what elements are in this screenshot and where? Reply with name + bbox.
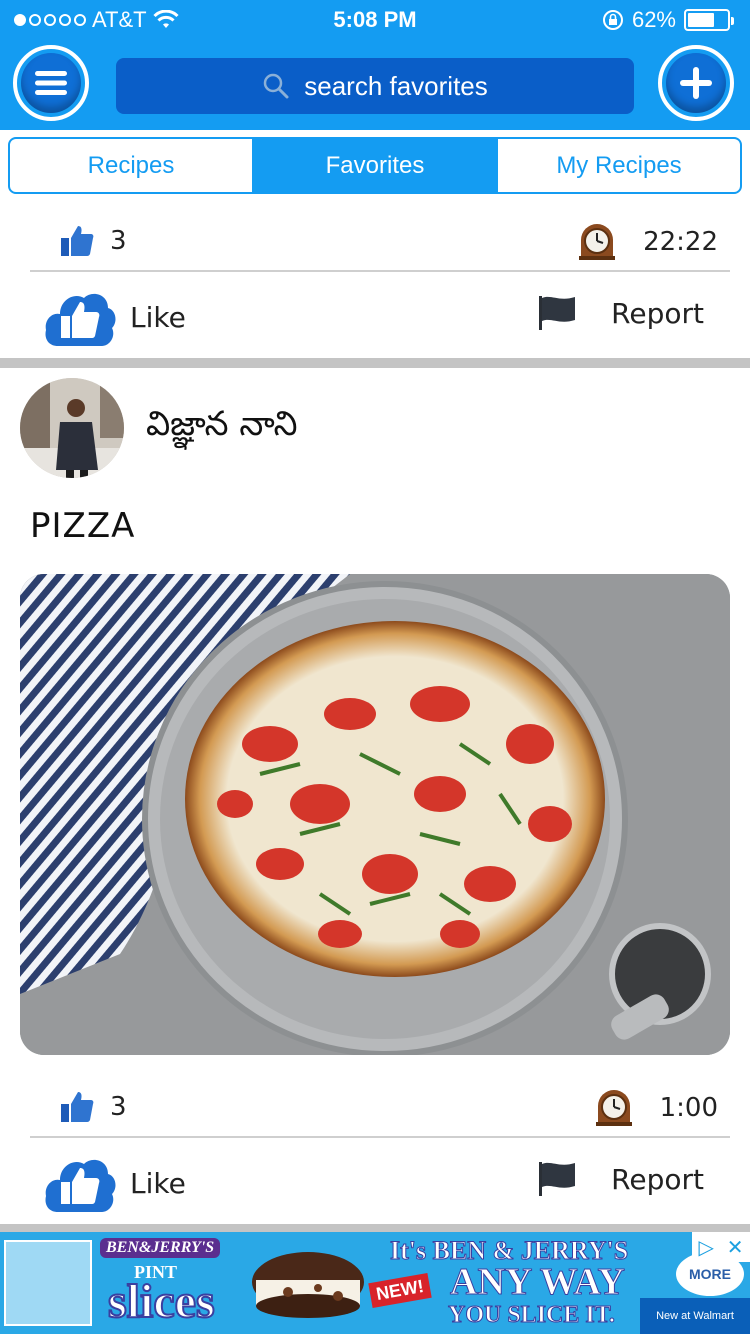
like-button[interactable]: Like (44, 286, 186, 348)
orientation-lock-icon (602, 10, 623, 30)
tab-my-recipes[interactable]: My Recipes (498, 139, 740, 192)
report-button[interactable]: Report (537, 1160, 704, 1198)
flag-icon (539, 296, 576, 330)
ad-headline-3: YOU SLICE IT. (448, 1302, 616, 1329)
like-button[interactable]: Like (44, 1152, 186, 1214)
pizza-image (20, 574, 730, 1055)
author-name[interactable]: విజ్ఞాన నాని (146, 404, 298, 452)
like-count: 3 (60, 224, 127, 258)
ad-close-icon[interactable]: ✕ (727, 1235, 744, 1260)
post-author[interactable]: విజ్ఞాన నాని (20, 378, 298, 478)
thumbs-up-icon (61, 1092, 94, 1122)
ad-headline-2: ANY WAY (450, 1261, 626, 1304)
avatar-photo (20, 378, 124, 478)
post-title: PIZZA (30, 506, 136, 546)
ad-brand: BEN&JERRY'S (100, 1238, 221, 1258)
battery-icon (684, 9, 734, 31)
plus-icon (680, 67, 712, 99)
search-input[interactable]: search favorites (116, 58, 634, 114)
post-actions: Like Report (0, 1142, 750, 1222)
clock-icon (595, 1090, 632, 1126)
clock-icon (579, 224, 616, 260)
ad-choices-icon[interactable]: ▷ (698, 1235, 713, 1260)
cook-time: 22:22 (577, 224, 718, 260)
avatar[interactable] (20, 378, 124, 478)
status-bar: AT&T 5:08 PM 62% (0, 0, 750, 40)
app-header: AT&T 5:08 PM 62% search favorites (0, 0, 750, 130)
cook-time: 1:00 (594, 1090, 718, 1126)
recipe-photo[interactable] (20, 574, 730, 1055)
hamburger-icon (35, 71, 67, 95)
post-meta: 3 22:22 (30, 206, 730, 272)
search-icon (263, 73, 289, 99)
banner-ad[interactable]: BEN&JERRY'S PINT slices NEW! It's BEN & … (0, 1232, 750, 1334)
post-actions: Like Report (0, 276, 750, 356)
search-placeholder: search favorites (304, 70, 488, 101)
ad-ice-cream-image (252, 1252, 364, 1318)
like-cloud-icon (45, 1159, 116, 1212)
thumbs-up-icon (61, 226, 94, 256)
add-recipe-button[interactable] (658, 45, 734, 121)
post-divider (0, 358, 750, 368)
ad-product-name: slices (107, 1274, 216, 1329)
tab-favorites[interactable]: Favorites (254, 139, 498, 192)
ad-new-badge: NEW! (368, 1272, 432, 1309)
battery-status: 62% (602, 7, 734, 33)
ad-choices[interactable]: ▷ ✕ (692, 1232, 750, 1262)
like-count: 3 (60, 1090, 127, 1124)
flag-icon (539, 1162, 576, 1196)
recipe-tabs: Recipes Favorites My Recipes (8, 137, 742, 194)
report-button[interactable]: Report (537, 294, 704, 332)
like-cloud-icon (45, 293, 116, 346)
menu-button[interactable] (13, 45, 89, 121)
battery-percent: 62% (631, 7, 676, 32)
post-meta: 3 1:00 (30, 1072, 730, 1138)
ad-product-image (4, 1240, 92, 1326)
ad-retailer: New at Walmart (640, 1298, 750, 1334)
tab-recipes[interactable]: Recipes (10, 139, 254, 192)
